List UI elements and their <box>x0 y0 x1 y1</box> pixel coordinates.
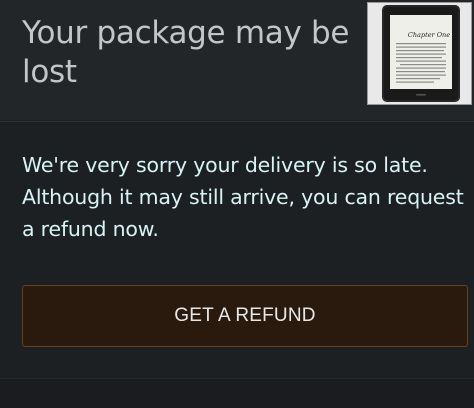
kindle-ereader-image: Chapter One <box>367 2 472 105</box>
section-divider <box>0 121 474 122</box>
bottom-section <box>0 378 474 408</box>
get-refund-button[interactable]: GET A REFUND <box>22 285 468 347</box>
apology-message: We're very sorry your delivery is so lat… <box>22 153 464 241</box>
ereader-chapter-heading: Chapter One <box>408 31 450 39</box>
kindle-device-illustration: Chapter One <box>368 3 471 104</box>
header-section: Your package may be lost Chapter One <box>0 0 474 120</box>
lost-package-screen: Your package may be lost Chapter One We'… <box>0 0 474 408</box>
page-title: Your package may be lost <box>22 15 350 90</box>
